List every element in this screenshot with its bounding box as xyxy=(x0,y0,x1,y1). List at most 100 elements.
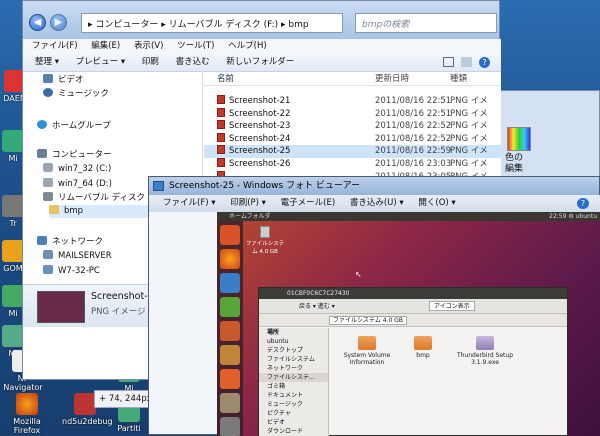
window-label: 色の xyxy=(505,153,524,163)
sidebar-item-drive-d[interactable]: win7_64 (D:) xyxy=(43,178,112,191)
fm-item: bmp xyxy=(393,336,453,359)
fm-places-sidebar: 場所 ubuntu デスクトップ ファイルシステム ネットワーク ファイルシステ… xyxy=(259,328,329,436)
displayed-screenshot: ホームフォルダ 22:59 ⚙ ubuntu ファイルシステム 4.0 GB ↖… xyxy=(217,212,600,436)
help-icon[interactable]: ? xyxy=(577,198,589,209)
app-icon xyxy=(2,285,24,307)
preview-button[interactable]: プレビュー ▾ xyxy=(76,57,125,67)
sidebar-item-computer[interactable]: コンピューター xyxy=(37,149,112,162)
photo-viewer-titlebar[interactable]: Screenshot-25 - Windows フォト ビューアー xyxy=(149,177,599,195)
file-list-header: 名前 更新日時 種類 xyxy=(204,72,501,86)
files-icon xyxy=(220,345,240,365)
music-library-icon xyxy=(43,88,53,97)
desktop-icon-firefox[interactable]: Mozilla Firefox xyxy=(4,393,50,435)
software-center-icon xyxy=(220,369,240,389)
pv-menu-email[interactable]: 電子メール(E) xyxy=(281,198,336,208)
preview-pane-icon[interactable] xyxy=(461,57,472,67)
help-icon[interactable]: ? xyxy=(479,57,490,68)
debug-icon xyxy=(74,393,96,415)
png-file-icon xyxy=(217,145,225,155)
photo-viewer-menubar: ファイル(F) ▾ 印刷(P) ▾ 電子メール(E) 書き込み(U) ▾ 開く(… xyxy=(149,195,600,212)
new-folder-button[interactable]: 新しいフォルダー xyxy=(226,57,294,67)
writer-icon xyxy=(220,273,240,293)
folder-icon xyxy=(49,205,59,214)
explorer-titlebar[interactable]: ◀ ▶ ▸ コンピューター ▸ リムーバブル ディスク (F:) ▸ bmp b… xyxy=(23,1,499,39)
sidebar-item-homegroup[interactable]: ホームグループ xyxy=(37,120,111,133)
drive-icon xyxy=(43,163,53,172)
file-manager-window: 01CBF0C6C7C27430 戻る ▾ 進む ▾ アイコン表示 ファイルシス… xyxy=(258,287,568,436)
palette-icon xyxy=(507,127,531,151)
settings-icon xyxy=(220,393,240,413)
view-options-icon[interactable] xyxy=(443,57,454,67)
menu-edit[interactable]: 編集(E) xyxy=(91,41,120,51)
column-type[interactable]: 種類 xyxy=(450,72,467,86)
cursor-icon: ↖ xyxy=(355,270,362,279)
photo-viewer-window[interactable]: Screenshot-25 - Windows フォト ビューアー ファイル(F… xyxy=(148,176,600,436)
back-button[interactable]: ◀ xyxy=(29,14,46,31)
fm-location-bar: ファイルシステム 4.0 GB xyxy=(259,314,567,327)
drive-icon xyxy=(260,226,270,238)
column-date[interactable]: 更新日時 xyxy=(375,72,409,86)
sidebar-item-mailserver[interactable]: MAILSERVER xyxy=(43,250,112,263)
sidebar-item-video[interactable]: ビデオ xyxy=(43,74,84,87)
print-button[interactable]: 印刷 xyxy=(142,57,159,67)
forward-button[interactable]: ▶ xyxy=(50,14,67,31)
file-row[interactable]: Screenshot-23 2011/08/16 22:52 PNG イメ xyxy=(204,120,501,133)
photo-viewer-icon xyxy=(153,181,164,191)
menu-help[interactable]: ヘルプ(H) xyxy=(228,41,267,51)
png-file-icon xyxy=(217,95,225,104)
network-computer-icon xyxy=(43,265,53,274)
png-file-icon xyxy=(217,157,225,167)
sidebar-item-network[interactable]: ネットワーク xyxy=(37,236,103,249)
pv-menu-open[interactable]: 開く(O) ▾ xyxy=(418,198,455,208)
png-file-icon xyxy=(217,107,225,117)
explorer-menubar: ファイル(F) 編集(E) 表示(V) ツール(T) ヘルプ(H) xyxy=(23,39,501,53)
burn-button[interactable]: 書き込む xyxy=(176,57,210,67)
file-row[interactable]: Screenshot-24 2011/08/16 22:52 PNG イメ xyxy=(204,132,501,146)
file-row[interactable]: Screenshot-22 2011/08/16 22:51 PNG イメ xyxy=(204,107,501,121)
homegroup-icon xyxy=(37,120,47,129)
explorer-toolbar: 整理 ▾ プレビュー ▾ 印刷 書き込む 新しいフォルダー ? xyxy=(23,53,501,72)
calc-icon xyxy=(220,297,240,317)
app-icon xyxy=(2,325,24,347)
video-library-icon xyxy=(43,74,53,83)
app-icon xyxy=(2,240,24,262)
cursor-position-readout: + 74, 244px xyxy=(94,390,154,408)
column-name[interactable]: 名前 xyxy=(217,72,234,86)
menu-file[interactable]: ファイル(F) xyxy=(32,41,78,51)
ubuntu-top-panel: ホームフォルダ 22:59 ⚙ ubuntu xyxy=(217,212,600,221)
dash-home-icon xyxy=(220,225,240,245)
address-bar[interactable]: ▸ コンピューター ▸ リムーバブル ディスク (F:) ▸ bmp xyxy=(81,13,343,33)
fm-titlebar: 01CBF0C6C7C27430 xyxy=(259,288,567,299)
png-file-icon xyxy=(217,132,225,142)
png-file-icon xyxy=(217,120,225,130)
app-icon xyxy=(2,195,24,217)
file-row[interactable]: Screenshot-21 2011/08/16 22:51 PNG イメ xyxy=(204,95,501,108)
menu-tools[interactable]: ツール(T) xyxy=(177,41,214,51)
folder-icon xyxy=(358,336,376,350)
sidebar-item-drive-c[interactable]: win7_32 (C:) xyxy=(43,163,111,176)
pv-menu-print[interactable]: 印刷(P) ▾ xyxy=(230,198,266,208)
window-label: 編集 xyxy=(505,164,524,174)
network-icon xyxy=(37,236,47,245)
executable-icon xyxy=(476,336,494,350)
file-row-selected[interactable]: Screenshot-25 2011/08/16 22:59 PNG イメ xyxy=(204,145,501,158)
file-thumbnail xyxy=(37,291,85,323)
impress-icon xyxy=(220,321,240,341)
ubuntu-launcher xyxy=(217,221,243,436)
trash-icon xyxy=(220,417,240,436)
sidebar-item-w7-32-pc[interactable]: W7-32-PC xyxy=(43,265,100,278)
computer-icon xyxy=(37,149,47,158)
removable-drive-icon xyxy=(43,192,53,201)
fm-item: Thunderbird Setup 3.1.9.exe xyxy=(455,336,515,366)
sidebar-item-music[interactable]: ミュージック xyxy=(43,88,109,101)
pv-menu-file[interactable]: ファイル(F) ▾ xyxy=(163,198,216,208)
menu-view[interactable]: 表示(V) xyxy=(134,41,163,51)
fm-toolbar: 戻る ▾ 進む ▾ アイコン表示 xyxy=(259,299,567,314)
pv-menu-burn[interactable]: 書き込み(U) ▾ xyxy=(350,198,404,208)
firefox-icon xyxy=(16,393,38,415)
file-row[interactable]: Screenshot-26 2011/08/16 23:03 PNG イメ xyxy=(204,157,501,171)
organize-button[interactable]: 整理 ▾ xyxy=(35,57,59,67)
plus-icon: + xyxy=(99,394,109,404)
search-input[interactable]: bmpの検索 xyxy=(355,13,497,33)
sidebar-item-drive-f[interactable]: リムーバブル ディスク (F:) xyxy=(43,192,161,205)
